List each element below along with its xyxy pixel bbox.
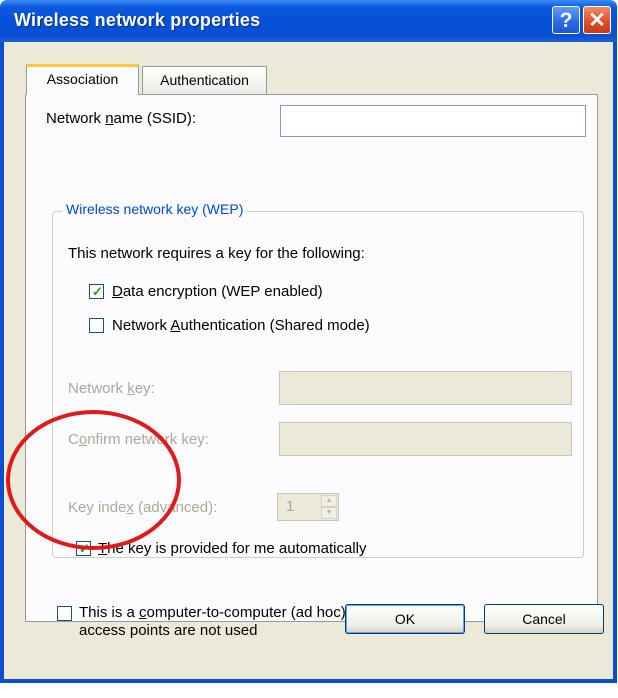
title-bar[interactable]: Wireless network properties ? ✕ [0, 0, 617, 42]
association-panel: Network name (SSID): Wireless network ke… [25, 94, 598, 639]
key-index-value: 1 [286, 498, 295, 515]
key-index-label: Key index (advanced): [68, 499, 218, 516]
key-index-spinner[interactable]: 1 ▲ ▼ [277, 493, 339, 521]
network-key-label: Network key: [68, 380, 155, 397]
tab-association[interactable]: Association [26, 64, 139, 95]
adhoc-label-line2[interactable]: access points are not used [79, 622, 257, 639]
window-title: Wireless network properties [14, 10, 261, 30]
tab-authentication-label: Authentication [160, 72, 249, 88]
dialog-client-area: Association Authentication Network name … [4, 42, 613, 679]
adhoc-checkbox[interactable] [57, 606, 72, 621]
auto-key-label[interactable]: The key is provided for me automatically [98, 540, 366, 557]
confirm-key-label: Confirm network key: [68, 431, 209, 448]
tab-association-label: Association [46, 71, 119, 87]
cancel-button[interactable]: Cancel [484, 604, 604, 634]
spinner-buttons: ▲ ▼ [321, 495, 337, 519]
help-icon: ? [559, 9, 573, 32]
help-button[interactable]: ? [552, 6, 580, 34]
close-button[interactable]: ✕ [583, 6, 611, 34]
data-encryption-checkbox[interactable]: ✓ [89, 284, 104, 299]
ssid-input[interactable] [280, 105, 586, 137]
checkmark-icon: ✓ [79, 541, 90, 556]
ok-button[interactable]: OK [345, 604, 465, 634]
close-icon: ✕ [588, 9, 606, 32]
checkmark-icon: ✓ [92, 284, 103, 299]
dialog-window: Wireless network properties ? ✕ Associat… [0, 0, 617, 683]
network-key-input[interactable] [279, 371, 572, 405]
window-frame: Association Authentication Network name … [0, 42, 617, 683]
network-auth-label[interactable]: Network Authentication (Shared mode) [112, 317, 370, 334]
data-encryption-label[interactable]: Data encryption (WEP enabled) [112, 283, 323, 300]
spin-up-icon[interactable]: ▲ [321, 495, 337, 507]
ssid-label: Network name (SSID): [46, 110, 197, 127]
confirm-key-input[interactable] [279, 422, 572, 456]
tab-authentication[interactable]: Authentication [142, 66, 267, 94]
auto-key-checkbox[interactable]: ✓ [76, 541, 91, 556]
requires-key-text: This network requires a key for the foll… [68, 245, 365, 262]
network-auth-checkbox[interactable] [89, 318, 104, 333]
wep-group-title: Wireless network key (WEP) [62, 201, 248, 217]
spin-down-icon[interactable]: ▼ [321, 507, 337, 519]
